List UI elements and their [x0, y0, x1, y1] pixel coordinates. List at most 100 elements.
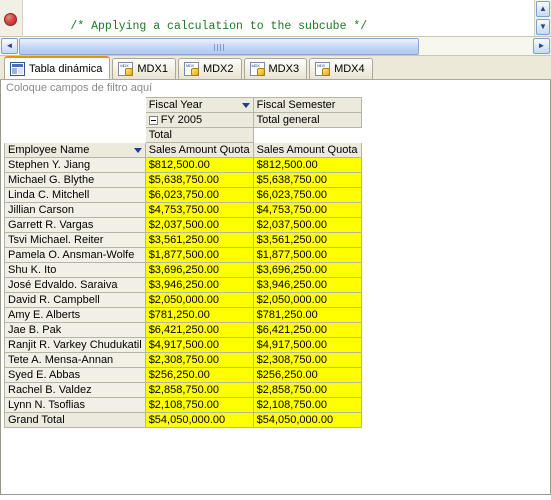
row-header-cell[interactable]: Pamela O. Ansman-Wolfe — [4, 247, 146, 264]
data-cell-grand-total: $812,500.00 — [252, 157, 362, 174]
tab-mdx1[interactable]: MDX MDX1 — [112, 58, 176, 79]
row-header-cell[interactable]: Tsvi Michael. Reiter — [4, 232, 146, 249]
table-row: Tsvi Michael. Reiter $3,561,250.00 $3,561,… — [4, 232, 362, 249]
column-member-sub-row: Total — [4, 127, 362, 144]
grand-total-column-header: Total general — [252, 111, 362, 129]
row-header-cell[interactable]: David R. Campbell — [4, 292, 146, 309]
pivot-table: Fiscal Year Fiscal Semester FY 2005 Tota… — [4, 97, 362, 429]
editor-horizontal-scrollbar[interactable]: ◄ ► — [0, 37, 551, 56]
tab-label: MDX2 — [202, 63, 234, 75]
measure-header-row: Employee Name Sales Amount Quota Sales A… — [4, 142, 362, 159]
row-header-cell[interactable]: Jae B. Pak — [4, 322, 146, 339]
column-member-label: FY 2005 — [160, 114, 203, 127]
tab-mdx3[interactable]: MDX MDX3 — [243, 58, 308, 79]
grand-total-label: Grand Total — [8, 414, 65, 427]
tab-mdx2[interactable]: MDX MDX2 — [177, 58, 242, 79]
chevron-down-icon[interactable] — [133, 147, 142, 153]
row-header-cell[interactable]: José Edvaldo. Saraiva — [4, 277, 146, 294]
code-comment-text: /* Applying a calculation to the subcube… — [70, 20, 368, 33]
table-row: Rachel B. Valdez $2,858,750.00 $2,858,750.… — [4, 382, 362, 399]
data-cell-quota: $6,023,750.00 — [144, 187, 254, 204]
tab-mdx4[interactable]: MDX MDX4 — [309, 58, 373, 79]
scroll-up-button[interactable]: ▲ — [536, 1, 550, 17]
table-row: Lynn N. Tsoflias $2,108,750.00 $2,108,750.… — [4, 397, 362, 414]
column-member-fy2005[interactable]: FY 2005 — [144, 111, 254, 129]
data-cell-grand-total: $2,858,750.00 — [252, 382, 362, 399]
editor-vertical-scrollbar[interactable]: ▲ ▼ — [534, 0, 551, 36]
column-field-fiscal-semester[interactable]: Fiscal Semester — [252, 97, 362, 113]
table-row: Ranjit R. Varkey Chudukatil $4,917,500.00… — [4, 337, 362, 354]
row-header-cell[interactable]: Michael G. Blythe — [4, 172, 146, 189]
code-text-area[interactable]: /* Applying a calculation to the subcube… — [23, 0, 534, 36]
pivot-grid: Fiscal Year Fiscal Semester FY 2005 Tota… — [1, 97, 550, 429]
filter-drop-area[interactable]: Coloque campos de filtro aquí — [1, 80, 550, 97]
blank-cell — [252, 127, 362, 144]
table-row: Shu K. Ito $3,696,250.00 $3,696,250.00 — [4, 262, 362, 279]
horizontal-scroll-thumb[interactable] — [19, 37, 420, 55]
tab-label: MDX4 — [334, 63, 365, 75]
pivot-table-icon — [10, 61, 25, 76]
data-cell-quota: $3,946,250.00 — [144, 277, 254, 294]
scroll-right-button[interactable]: ► — [533, 38, 550, 54]
data-cell-quota: $3,561,250.00 — [144, 232, 254, 249]
data-cell-grand-total: $2,108,750.00 — [252, 397, 362, 414]
row-header-cell[interactable]: Linda C. Mitchell — [4, 187, 146, 204]
row-header-cell[interactable]: Rachel B. Valdez — [4, 382, 146, 399]
editor-gutter[interactable] — [0, 0, 23, 36]
data-cell-quota: $1,877,500.00 — [144, 247, 254, 264]
data-cell-grand-total: $3,561,250.00 — [252, 232, 362, 249]
column-member-total: Total — [144, 127, 254, 144]
measure-header-1: Sales Amount Quota — [144, 142, 254, 159]
row-header-cell[interactable]: Stephen Y. Jiang — [4, 157, 146, 174]
table-row: Linda C. Mitchell $6,023,750.00 $6,023,750… — [4, 187, 362, 204]
data-cell-grand-total: $256,250.00 — [252, 367, 362, 384]
code-line-comment: /* Applying a calculation to the subcube… — [29, 1, 534, 33]
grand-total-column-label: Total general — [256, 114, 320, 127]
data-cell-grand-total: $3,696,250.00 — [252, 262, 362, 279]
column-field-fiscal-year[interactable]: Fiscal Year — [144, 97, 254, 113]
data-cell-quota: $5,638,750.00 — [144, 172, 254, 189]
row-field-employee-name[interactable]: Employee Name — [4, 142, 146, 159]
column-member-sub-label: Total — [148, 129, 172, 142]
data-cell-grand-total: $6,023,750.00 — [252, 187, 362, 204]
mdx-document-icon: MDX — [183, 62, 199, 76]
table-row: Jae B. Pak $6,421,250.00 $6,421,250.00 — [4, 322, 362, 339]
tab-label: MDX3 — [268, 63, 300, 75]
data-cell-quota: $781,250.00 — [144, 307, 254, 324]
horizontal-scroll-track[interactable] — [19, 37, 532, 55]
breakpoint-icon[interactable] — [4, 13, 17, 26]
scroll-grip-icon — [214, 43, 225, 51]
measure-header-2: Sales Amount Quota — [252, 142, 362, 159]
row-header-cell[interactable]: Amy E. Alberts — [4, 307, 146, 324]
grand-total-row-header: Grand Total — [4, 412, 146, 429]
row-header-cell[interactable]: Ranjit R. Varkey Chudukatil — [4, 337, 146, 354]
row-header-cell[interactable]: Jillian Carson — [4, 202, 146, 219]
chevron-right-icon: ► — [537, 41, 546, 50]
scroll-left-button[interactable]: ◄ — [1, 38, 18, 54]
scroll-down-button[interactable]: ▼ — [536, 19, 550, 35]
row-header-cell[interactable]: Lynn N. Tsoflias — [4, 397, 146, 414]
row-field-label: Employee Name — [8, 144, 90, 157]
collapse-minus-icon[interactable] — [148, 115, 158, 125]
row-header-cell[interactable]: Syed E. Abbas — [4, 367, 146, 384]
data-cell-grand-total: $4,753,750.00 — [252, 202, 362, 219]
data-cell-quota: $2,108,750.00 — [144, 397, 254, 414]
data-cell-grand-total: $6,421,250.00 — [252, 322, 362, 339]
data-cell-grand-total: $4,917,500.00 — [252, 337, 362, 354]
row-header-cell[interactable]: Garrett R. Vargas — [4, 217, 146, 234]
data-cell-quota: $256,250.00 — [144, 367, 254, 384]
tab-tabla-dinamica[interactable]: Tabla dinámica — [4, 56, 111, 79]
data-cell-grand-total: $2,308,750.00 — [252, 352, 362, 369]
data-cell-grand-total: $5,638,750.00 — [252, 172, 362, 189]
mdx-document-icon: MDX — [249, 62, 265, 76]
table-row: Stephen Y. Jiang $812,500.00 $812,500.00 — [4, 157, 362, 174]
data-cell-grand-total: $3,946,250.00 — [252, 277, 362, 294]
column-field-row: Fiscal Year Fiscal Semester — [4, 97, 362, 113]
chevron-down-icon[interactable] — [241, 102, 250, 108]
column-field-label: Fiscal Semester — [256, 99, 336, 111]
measure-label: Sales Amount Quota — [256, 144, 358, 157]
row-header-cell[interactable]: Shu K. Ito — [4, 262, 146, 279]
table-row: Amy E. Alberts $781,250.00 $781,250.00 — [4, 307, 362, 324]
data-cell-grand-total: $2,037,500.00 — [252, 217, 362, 234]
row-header-cell[interactable]: Tete A. Mensa-Annan — [4, 352, 146, 369]
